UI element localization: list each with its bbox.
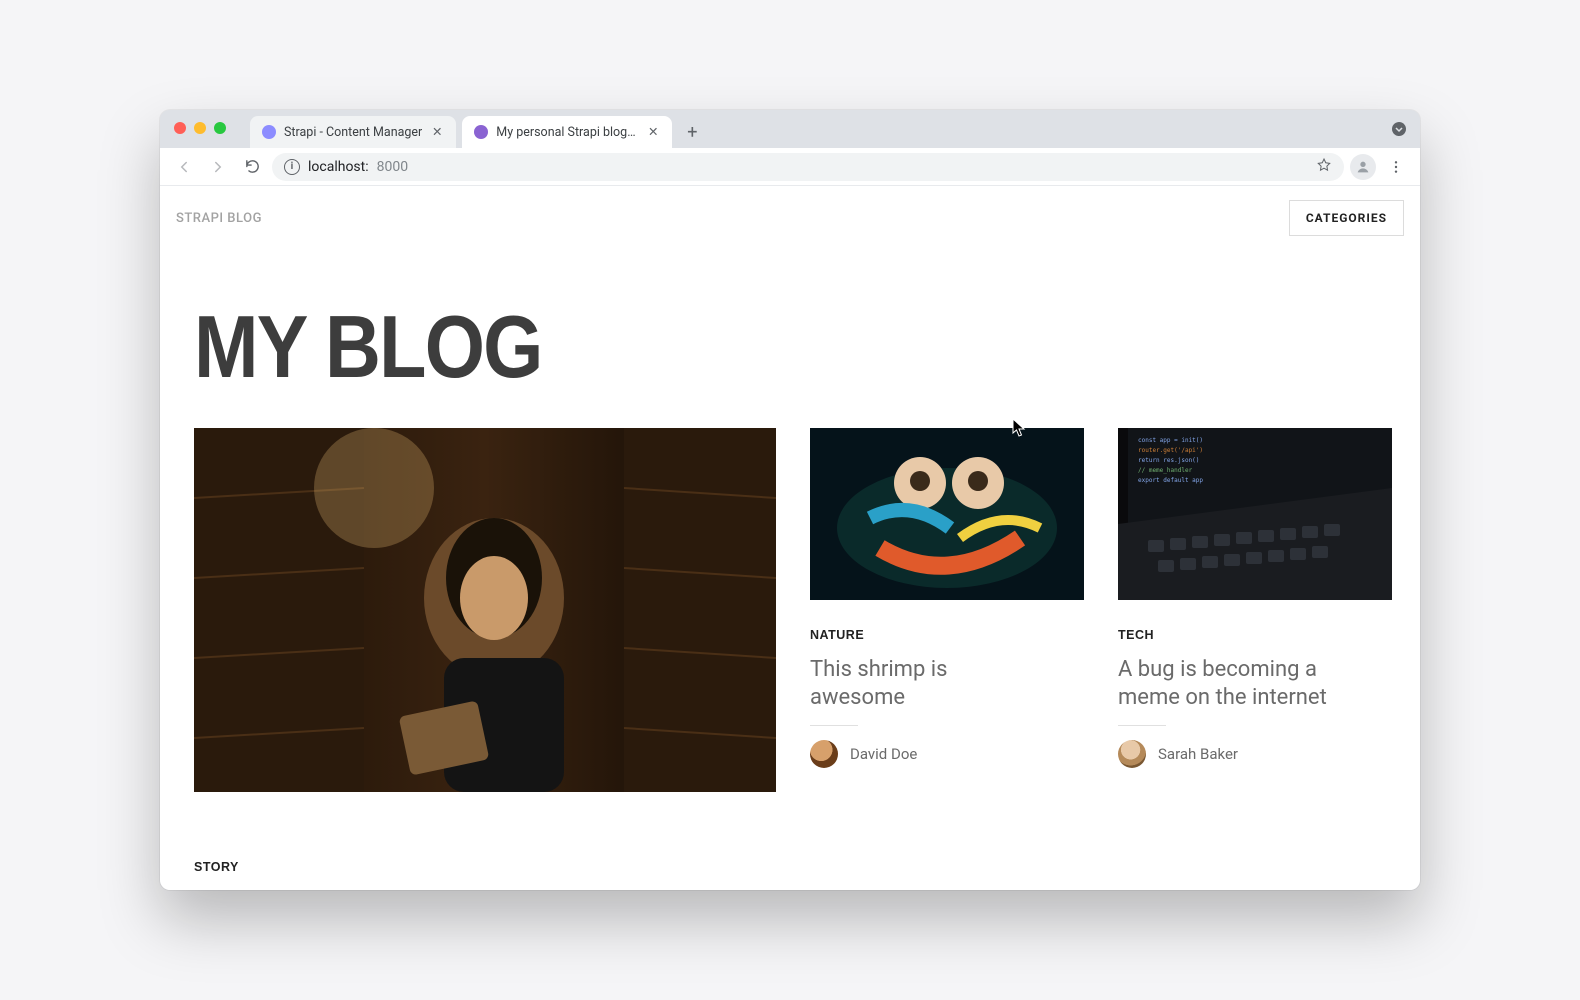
post-card[interactable]: const app = init() router.get('/api') re…	[1118, 428, 1392, 792]
url-port: 8000	[377, 159, 408, 175]
feature-category: STORY	[194, 860, 1420, 874]
new-tab-button[interactable]: +	[678, 118, 706, 146]
divider	[810, 725, 858, 726]
author-avatar	[810, 740, 838, 768]
tab-close-icon[interactable]: ✕	[646, 125, 660, 139]
browser-tab-inactive[interactable]: Strapi - Content Manager ✕	[250, 116, 456, 148]
tab-overflow-icon[interactable]	[1390, 120, 1408, 138]
page-viewport: STRAPI BLOG CATEGORIES MY BLOG	[160, 186, 1420, 890]
window-controls	[174, 122, 226, 134]
nav-reload-button[interactable]	[238, 153, 266, 181]
post-image: const app = init() router.get('/api') re…	[1118, 428, 1392, 600]
divider	[1118, 725, 1166, 726]
nav-forward-button[interactable]	[204, 153, 232, 181]
profile-avatar-button[interactable]	[1350, 154, 1376, 180]
svg-text:router.get('/api'): router.get('/api')	[1138, 447, 1203, 454]
tab-favicon	[262, 125, 276, 139]
feature-image	[194, 428, 776, 792]
url-host: localhost:	[308, 159, 369, 175]
post-category: NATURE	[810, 628, 1084, 642]
kebab-menu-icon[interactable]	[1382, 153, 1410, 181]
site-info-icon[interactable]: i	[284, 159, 300, 175]
post-card[interactable]: NATURE This shrimp is awesome David Doe	[810, 428, 1084, 792]
post-category: TECH	[1118, 628, 1392, 642]
author-name: David Doe	[850, 745, 917, 763]
window-minimize-button[interactable]	[194, 122, 206, 134]
address-bar[interactable]: i localhost: 8000	[272, 153, 1344, 181]
categories-button[interactable]: CATEGORIES	[1289, 200, 1404, 236]
feature-card[interactable]	[194, 428, 776, 792]
page-content[interactable]: STRAPI BLOG CATEGORIES MY BLOG	[160, 186, 1420, 890]
page-title: MY BLOG	[194, 296, 1273, 398]
window-close-button[interactable]	[174, 122, 186, 134]
window-zoom-button[interactable]	[214, 122, 226, 134]
browser-window: Strapi - Content Manager ✕ My personal S…	[160, 110, 1420, 890]
bookmark-star-icon[interactable]	[1316, 157, 1332, 177]
author-avatar	[1118, 740, 1146, 768]
browser-tab-active[interactable]: My personal Strapi blog | Strap ✕	[462, 116, 672, 148]
post-image	[810, 428, 1084, 600]
tab-title: My personal Strapi blog | Strap	[496, 125, 638, 140]
tab-close-icon[interactable]: ✕	[430, 125, 444, 139]
post-headline: A bug is becoming a meme on the internet	[1118, 656, 1338, 711]
svg-text:export default app: export default app	[1138, 477, 1203, 484]
author-name: Sarah Baker	[1158, 745, 1238, 763]
svg-text:// meme_handler: // meme_handler	[1138, 467, 1193, 474]
tab-title: Strapi - Content Manager	[284, 125, 422, 140]
post-headline: This shrimp is awesome	[810, 656, 1030, 711]
browser-toolbar: i localhost: 8000	[160, 148, 1420, 186]
nav-back-button[interactable]	[170, 153, 198, 181]
site-brand[interactable]: STRAPI BLOG	[176, 211, 262, 226]
svg-text:const app = init(): const app = init()	[1138, 437, 1203, 444]
svg-text:return res.json(): return res.json()	[1138, 457, 1199, 464]
tab-favicon	[474, 125, 488, 139]
tab-strip: Strapi - Content Manager ✕ My personal S…	[160, 110, 1420, 148]
